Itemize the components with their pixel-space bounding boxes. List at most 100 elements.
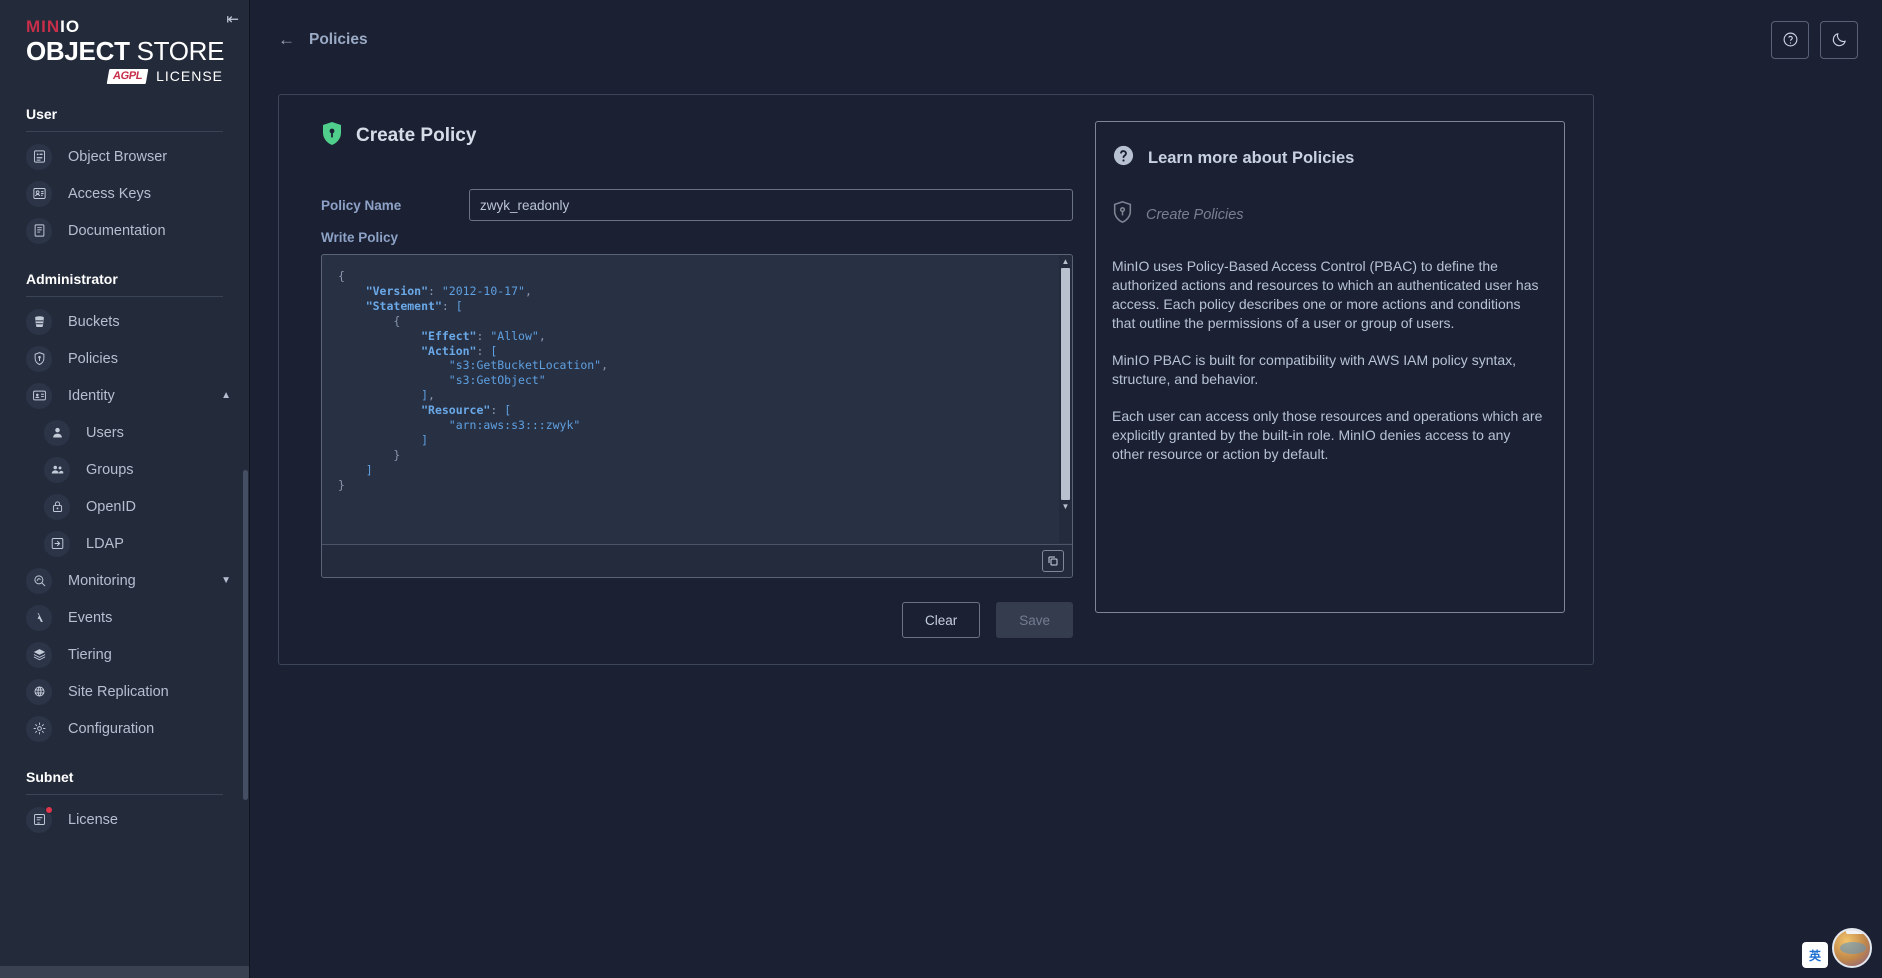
form-actions: Clear Save	[321, 602, 1073, 638]
site-replication-icon	[26, 679, 52, 705]
content-area: Create Policy Policy Name Write Policy {…	[250, 79, 1882, 978]
sidebar-item-label: License	[68, 812, 118, 828]
policy-name-input[interactable]	[469, 189, 1073, 221]
object-browser-icon	[26, 144, 52, 170]
sidebar-item-configuration[interactable]: Configuration	[0, 710, 249, 747]
logo-io-text: IO	[60, 17, 80, 36]
sidebar-item-label: Events	[68, 610, 112, 626]
sidebar-section-title: Administrator	[0, 271, 249, 296]
sidebar-item-groups[interactable]: Groups	[0, 451, 249, 488]
system-tray: 英	[1802, 928, 1872, 968]
clear-button[interactable]: Clear	[902, 602, 980, 638]
sidebar-item-label: Documentation	[68, 223, 166, 239]
sidebar-item-documentation[interactable]: Documentation	[0, 212, 249, 249]
agpl-text: AGPL	[112, 71, 143, 82]
policy-json-code[interactable]: { "Version": "2012-10-17", "Statement": …	[322, 255, 1072, 543]
help-paragraph-1: MinIO uses Policy-Based Access Control (…	[1112, 257, 1546, 333]
topbar-actions	[1771, 21, 1858, 59]
sidebar-item-license[interactable]: License	[0, 801, 249, 838]
editor-scrollbar[interactable]: ▲ ▼	[1059, 255, 1072, 543]
shield-key-icon	[321, 121, 343, 151]
copy-icon[interactable]	[1042, 550, 1064, 572]
main-area: ← Policies	[250, 0, 1882, 978]
app-root: MINIO OBJECT STORE AGPL LICENSE ⇤ User Ob…	[0, 0, 1882, 978]
sidebar-item-site-replication[interactable]: Site Replication	[0, 673, 249, 710]
help-paragraph-2: MinIO PBAC is built for compatibility wi…	[1112, 351, 1546, 389]
topbar: ← Policies	[250, 0, 1882, 79]
chevron-up-icon[interactable]: ▲	[221, 391, 231, 401]
sidebar-section-subnet: Subnet License	[0, 769, 249, 838]
sidebar-item-events[interactable]: Events	[0, 599, 249, 636]
sidebar-logo[interactable]: MINIO OBJECT STORE AGPL LICENSE ⇤	[0, 0, 249, 84]
sidebar-item-policies[interactable]: Policies	[0, 340, 249, 377]
logo-license-row: AGPL LICENSE	[26, 68, 225, 84]
sidebar-item-monitoring[interactable]: Monitoring ▼	[0, 562, 249, 599]
groups-icon	[44, 457, 70, 483]
ldap-icon	[44, 531, 70, 557]
save-button[interactable]: Save	[996, 602, 1073, 638]
policies-icon	[26, 346, 52, 372]
sidebar-item-access-keys[interactable]: Access Keys	[0, 175, 249, 212]
help-panel-title: Learn more about Policies	[1148, 149, 1354, 168]
sidebar-item-users[interactable]: Users	[0, 414, 249, 451]
help-subtitle-row: Create Policies	[1112, 200, 1546, 229]
sidebar-item-object-browser[interactable]: Object Browser	[0, 138, 249, 175]
sidebar-item-label: Policies	[68, 351, 118, 367]
write-policy-label: Write Policy	[321, 230, 1073, 245]
editor-footer	[322, 544, 1072, 577]
logo-min-text: MIN	[26, 17, 60, 36]
breadcrumb[interactable]: ← Policies	[278, 31, 368, 49]
sidebar-item-label: Site Replication	[68, 684, 169, 700]
sidebar-item-identity[interactable]: Identity ▲	[0, 377, 249, 414]
sidebar-section-title: Subnet	[0, 769, 249, 794]
collapse-sidebar-icon[interactable]: ⇤	[226, 12, 239, 27]
license-icon	[26, 807, 52, 833]
logo-minio: MINIO	[26, 18, 225, 36]
create-policy-panel: Create Policy Policy Name Write Policy {…	[278, 94, 1594, 665]
help-panel: Learn more about Policies Create Policie…	[1095, 121, 1565, 613]
sidebar-item-label: Buckets	[68, 314, 120, 330]
logo-object-text: OBJECT	[26, 36, 130, 66]
help-panel-header: Learn more about Policies	[1112, 144, 1546, 172]
policy-name-label: Policy Name	[321, 198, 469, 213]
sidebar-item-label: Groups	[86, 462, 134, 478]
taskbar-strip	[0, 966, 250, 978]
create-policy-header: Create Policy	[321, 121, 1073, 151]
sidebar-item-tiering[interactable]: Tiering	[0, 636, 249, 673]
ime-indicator[interactable]: 英	[1802, 942, 1828, 968]
scroll-down-icon[interactable]: ▼	[1059, 500, 1072, 513]
back-arrow-icon[interactable]: ←	[278, 31, 295, 48]
sidebar-scrollbar[interactable]	[243, 470, 248, 800]
scroll-up-icon[interactable]: ▲	[1059, 255, 1072, 268]
sidebar-divider	[26, 131, 223, 132]
moon-icon[interactable]	[1820, 21, 1858, 59]
monitoring-icon	[26, 568, 52, 594]
tiering-icon	[26, 642, 52, 668]
chevron-down-icon[interactable]: ▼	[221, 576, 231, 586]
breadcrumb-label: Policies	[309, 31, 368, 49]
sidebar-item-label: Access Keys	[68, 186, 151, 202]
access-keys-icon	[26, 181, 52, 207]
sidebar-divider	[26, 794, 223, 795]
scrollbar-thumb[interactable]	[1061, 268, 1070, 500]
sidebar-section-user: User Object Browser Access Keys Documentati…	[0, 106, 249, 249]
help-circle-icon[interactable]	[1771, 21, 1809, 59]
page-title: Create Policy	[356, 125, 476, 147]
globe-icon[interactable]	[1832, 928, 1872, 968]
policy-json-editor[interactable]: { "Version": "2012-10-17", "Statement": …	[321, 254, 1073, 578]
sidebar-section-title: User	[0, 106, 249, 131]
identity-icon	[26, 383, 52, 409]
notification-badge	[45, 806, 53, 814]
sidebar-item-label: Object Browser	[68, 149, 167, 165]
help-subtitle: Create Policies	[1146, 207, 1244, 223]
sidebar-item-buckets[interactable]: Buckets	[0, 303, 249, 340]
license-text: LICENSE	[156, 68, 223, 84]
sidebar-item-ldap[interactable]: LDAP	[0, 525, 249, 562]
logo-store-text: STORE	[137, 36, 225, 66]
sidebar-item-label: Monitoring	[68, 573, 136, 589]
logo-object-store: OBJECT STORE	[26, 38, 225, 65]
sidebar-item-label: Identity	[68, 388, 115, 404]
agpl-badge: AGPL	[107, 69, 149, 84]
sidebar: MINIO OBJECT STORE AGPL LICENSE ⇤ User Ob…	[0, 0, 250, 978]
sidebar-item-openid[interactable]: OpenID	[0, 488, 249, 525]
